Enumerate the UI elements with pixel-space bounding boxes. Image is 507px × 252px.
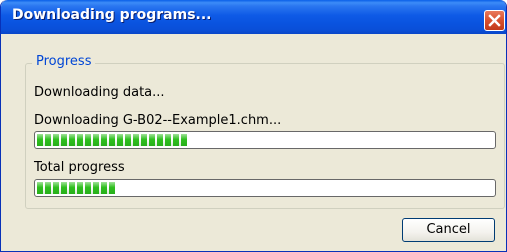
close-icon [488, 14, 501, 27]
close-button[interactable] [484, 10, 505, 31]
download-dialog: Downloading programs... Progress Downloa… [0, 0, 507, 252]
file-progress-bar [34, 131, 496, 149]
progress-group-legend: Progress [32, 54, 96, 70]
total-progress-bar [34, 179, 496, 197]
total-progress-label: Total progress [34, 160, 125, 175]
cancel-button[interactable]: Cancel [402, 218, 495, 242]
window-title: Downloading programs... [12, 7, 212, 23]
file-download-text: Downloading G-B02--Example1.chm... [34, 113, 282, 128]
file-progress-fill [37, 134, 187, 146]
title-bar[interactable]: Downloading programs... [1, 0, 506, 34]
status-text: Downloading data... [34, 85, 165, 100]
total-progress-fill [37, 182, 115, 194]
